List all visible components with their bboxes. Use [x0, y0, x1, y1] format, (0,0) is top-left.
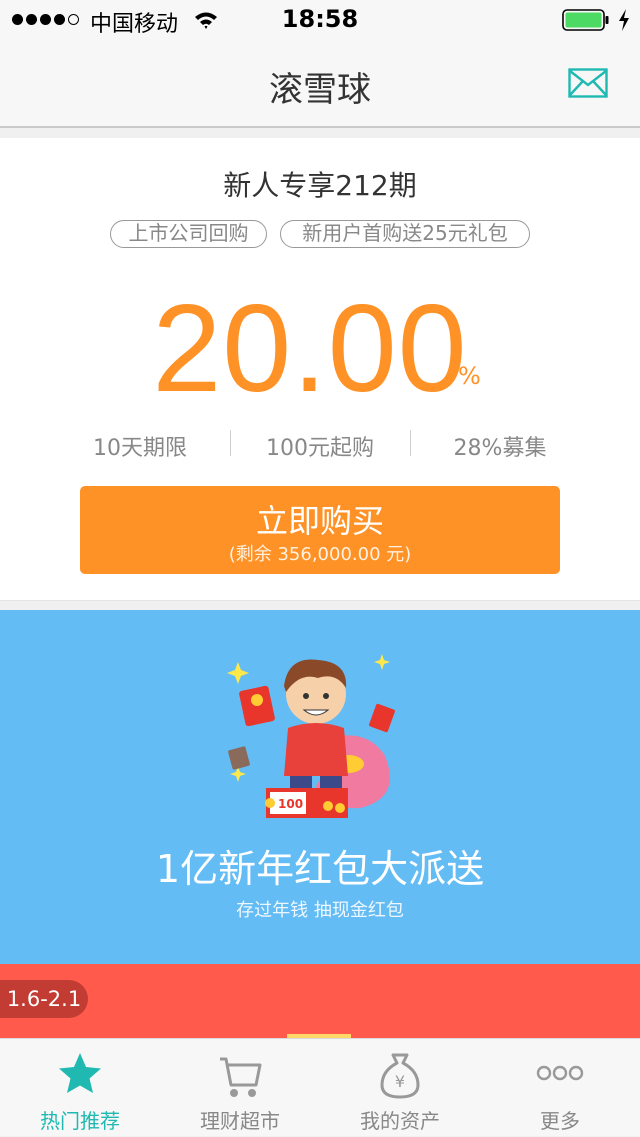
divider	[410, 430, 411, 456]
red-envelope-illustration: 100	[227, 654, 395, 818]
tab-bar: 热门推荐 理财超市 ¥ 我的资产 更多	[0, 1038, 640, 1136]
tab-hot-picks[interactable]: 热门推荐	[0, 1039, 160, 1137]
star-icon	[59, 1053, 101, 1093]
svg-text:¥: ¥	[395, 1072, 405, 1091]
card-value: 100	[278, 797, 303, 811]
banner-title: 1亿新年红包大派送	[155, 847, 485, 891]
mail-icon[interactable]	[568, 68, 608, 98]
nav-bar: 滚雪球	[0, 40, 640, 128]
annual-rate-value: 20.00	[152, 280, 468, 418]
tag-buyback: 上市公司回购	[110, 220, 267, 248]
spec-minimum: 100元起购	[266, 436, 374, 461]
tab-my-assets[interactable]: ¥ 我的资产	[320, 1039, 480, 1137]
date-range-badge: 1.6-2.1	[0, 980, 88, 1018]
tab-wealth-market[interactable]: 理财超市	[160, 1039, 320, 1137]
page-title: 滚雪球	[269, 70, 371, 110]
tab-label: 热门推荐	[40, 1109, 120, 1133]
spec-raised: 28%募集	[453, 436, 547, 461]
charging-bolt-icon	[619, 9, 629, 31]
rate-unit: %	[458, 362, 481, 390]
buy-now-button[interactable]: 立即购买 (剩余 356,000.00 元)	[80, 486, 560, 574]
tab-label: 我的资产	[360, 1109, 440, 1133]
clock-time: 18:58	[281, 5, 359, 33]
event-banner[interactable]: 1.6-2.1	[0, 964, 640, 1038]
tab-more[interactable]: 更多	[480, 1039, 640, 1137]
remaining-amount: (剩余 356,000.00 元)	[228, 544, 412, 565]
divider	[230, 430, 231, 456]
tab-label: 理财超市	[200, 1109, 280, 1133]
more-icon	[536, 1065, 584, 1081]
tag-new-user-gift: 新用户首购送25元礼包	[280, 220, 530, 248]
status-bar: 中国移动 18:58	[0, 0, 640, 40]
tab-label: 更多	[540, 1109, 580, 1133]
product-title: 新人专享212期	[223, 169, 417, 202]
money-bag-icon: ¥	[380, 1053, 420, 1099]
buy-now-label: 立即购买	[255, 502, 384, 540]
cart-icon	[220, 1057, 262, 1097]
battery-icon	[562, 9, 609, 31]
product-card[interactable]: 新人专享212期 上市公司回购 新用户首购送25元礼包 20.00 % 10天期…	[0, 138, 640, 601]
promo-banner[interactable]: 100 1亿新年红包大派送 存过年钱 抽现金红包	[0, 610, 640, 964]
spec-term: 10天期限	[93, 436, 187, 461]
banner-subtitle: 存过年钱 抽现金红包	[236, 900, 404, 921]
